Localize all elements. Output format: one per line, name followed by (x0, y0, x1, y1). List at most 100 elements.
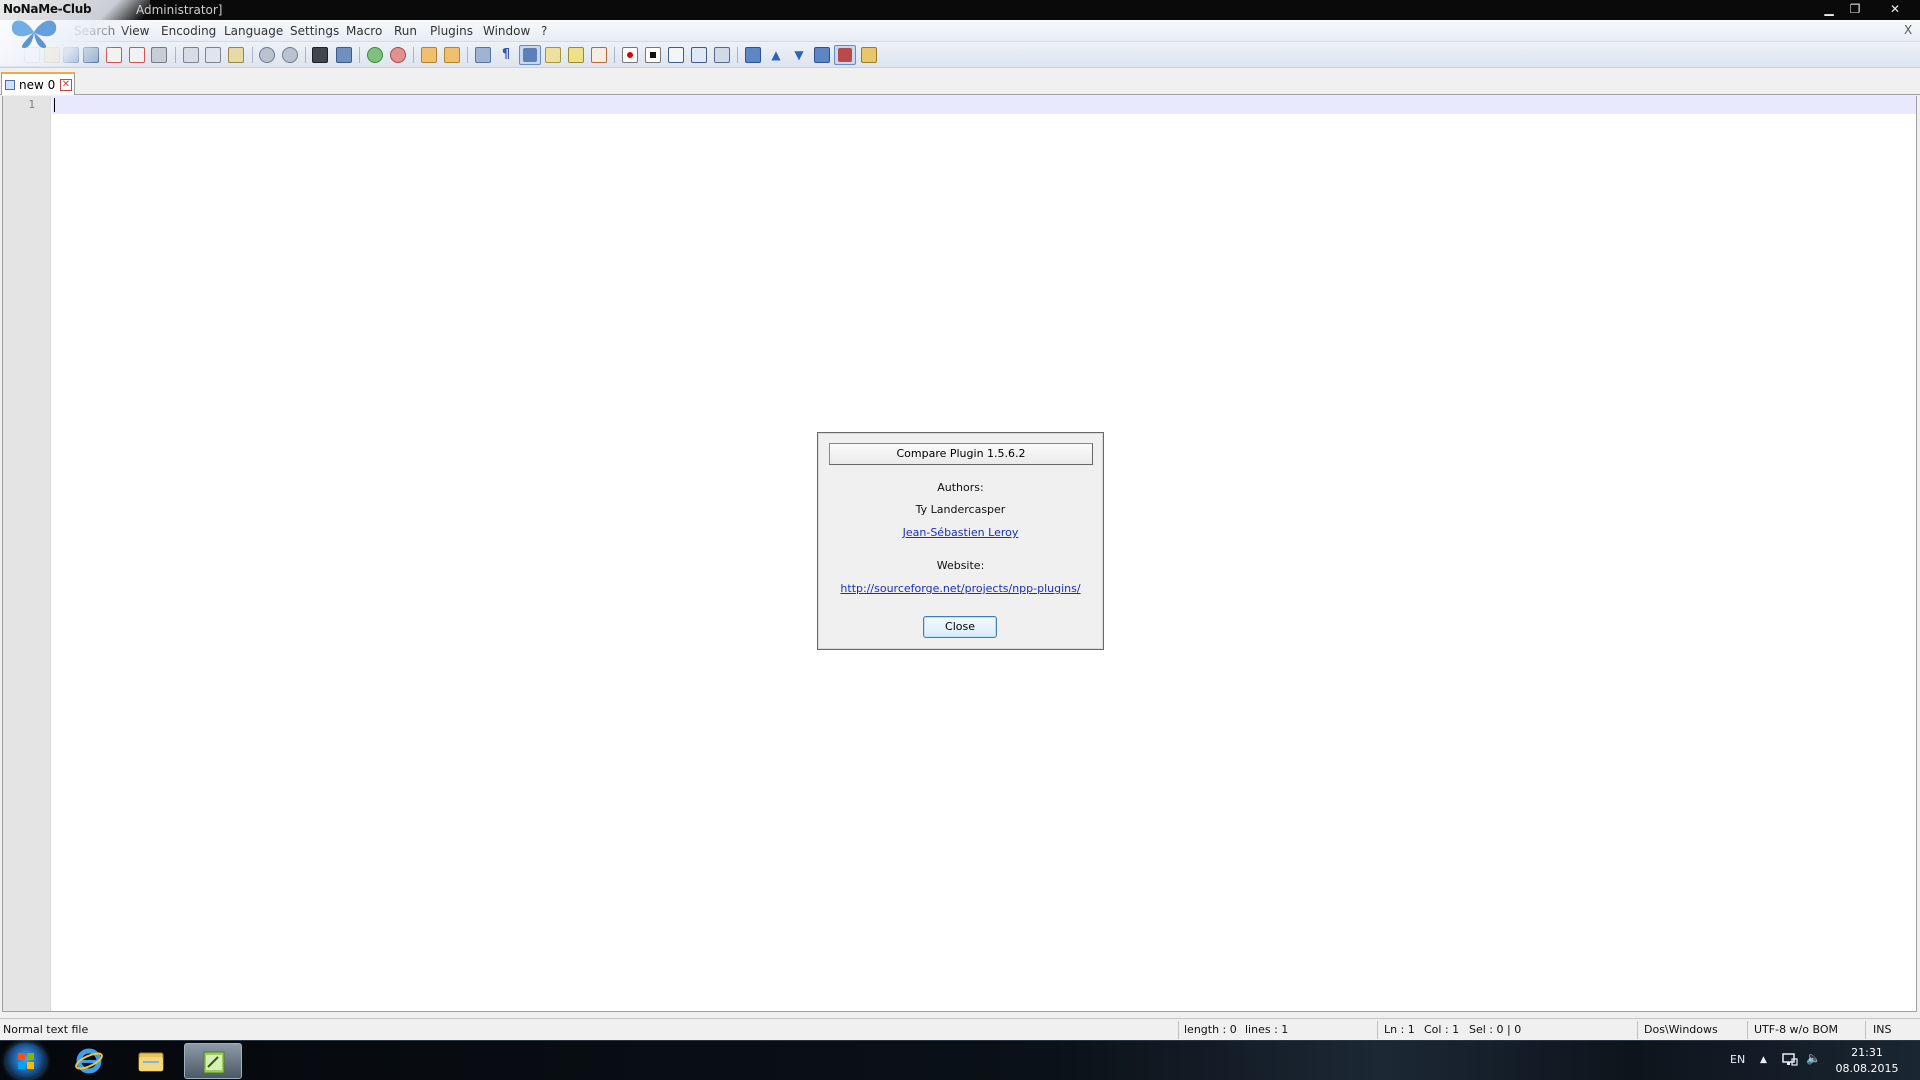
save-all-icon[interactable] (83, 47, 99, 63)
compare-icon[interactable] (745, 47, 761, 63)
close-icon[interactable] (106, 47, 122, 63)
show-all-chars-icon[interactable]: ¶ (498, 47, 514, 63)
sync-vertical-icon[interactable] (421, 47, 437, 63)
clock-time: 21:31 (1851, 1046, 1883, 1059)
minimize-button[interactable]: ▁ (1816, 1, 1842, 17)
language-indicator[interactable]: EN (1730, 1053, 1745, 1066)
website-label: Website: (936, 559, 985, 572)
close-button[interactable]: Close (923, 616, 997, 638)
toolbar-separator (359, 47, 360, 63)
clock-date: 08.08.2015 (1835, 1062, 1899, 1075)
function-list-icon[interactable] (591, 47, 607, 63)
lines-status: lines : 1 (1245, 1023, 1289, 1036)
toolbar-separator (252, 47, 253, 63)
document-icon (5, 80, 15, 90)
run-macro-multiple-icon[interactable] (691, 47, 707, 63)
start-button[interactable] (6, 1043, 46, 1079)
toolbar-separator (614, 47, 615, 63)
menu-bar: Search View Encoding Language Settings M… (0, 20, 1920, 42)
status-divider (1747, 1021, 1748, 1039)
author-name: Ty Landercasper (915, 503, 1006, 516)
doc-map-icon[interactable] (568, 47, 584, 63)
windows-logo-icon (18, 1053, 34, 1069)
taskbar: EN ▲ 🔈 21:31 08.08.2015 (0, 1040, 1920, 1080)
current-line-highlight (52, 96, 1916, 114)
network-icon[interactable] (1782, 1053, 1798, 1067)
title-bar: Administrator] ▁ ❐ ✕ (0, 0, 1920, 20)
zoom-out-icon[interactable] (390, 47, 406, 63)
sync-horizontal-icon[interactable] (444, 47, 460, 63)
menu-search[interactable]: Search (74, 24, 115, 38)
eol-status: Dos\Windows (1644, 1023, 1718, 1036)
toolbar-separator (305, 47, 306, 63)
save-icon[interactable] (63, 47, 79, 63)
status-divider (1637, 1021, 1638, 1039)
menu-encoding[interactable]: Encoding (161, 24, 216, 38)
dialog-title: Compare Plugin 1.5.6.2 (829, 443, 1093, 465)
cut-icon[interactable] (183, 47, 199, 63)
tab-close-icon[interactable]: ✕ (60, 79, 72, 91)
menu-window[interactable]: Window (483, 24, 530, 38)
internet-explorer-taskbar-button[interactable] (60, 1043, 118, 1079)
replace-icon[interactable] (336, 47, 352, 63)
close-all-icon[interactable] (129, 47, 145, 63)
window-title: Administrator] (136, 3, 223, 17)
find-icon[interactable] (312, 47, 328, 63)
open-file-icon[interactable] (44, 47, 60, 63)
last-diff-icon[interactable] (814, 47, 830, 63)
paste-icon[interactable] (228, 47, 244, 63)
menu-run[interactable]: Run (394, 24, 417, 38)
menu-settings[interactable]: Settings (290, 24, 339, 38)
text-caret (54, 98, 55, 112)
explorer-taskbar-button[interactable] (122, 1043, 180, 1079)
stop-record-icon[interactable] (645, 47, 661, 63)
website-link[interactable]: http://sourceforge.net/projects/npp-plug… (840, 582, 1080, 595)
volume-icon[interactable]: 🔈 (1806, 1051, 1821, 1065)
column-status: Col : 1 (1424, 1023, 1460, 1036)
about-dialog: Compare Plugin 1.5.6.2 Authors: Ty Lande… (817, 432, 1104, 650)
settings-icon[interactable] (861, 47, 877, 63)
author-link[interactable]: Jean-Sébastien Leroy (903, 526, 1019, 539)
redo-icon[interactable] (282, 47, 298, 63)
toolbar-separator (175, 47, 176, 63)
copy-icon[interactable] (205, 47, 221, 63)
line-number-gutter: 1 (3, 96, 51, 1011)
status-divider (1865, 1021, 1866, 1039)
next-diff-icon[interactable]: ▼ (791, 47, 807, 63)
file-type-status: Normal text file (3, 1023, 89, 1036)
status-divider (1178, 1021, 1179, 1039)
length-status: length : 0 (1184, 1023, 1237, 1036)
save-macro-icon[interactable] (714, 47, 730, 63)
indent-guide-icon[interactable] (519, 45, 541, 65)
toolbar-separator (737, 47, 738, 63)
toolbar: ¶ ▲ ▼ (0, 42, 1920, 68)
authors-label: Authors: (937, 481, 984, 494)
menu-language[interactable]: Language (224, 24, 283, 38)
show-hidden-icons-icon[interactable]: ▲ (1760, 1055, 1767, 1065)
notepad-plus-plus-taskbar-button[interactable] (184, 1043, 242, 1079)
print-icon[interactable] (151, 47, 167, 63)
new-file-icon[interactable] (24, 47, 40, 63)
prev-diff-icon[interactable]: ▲ (768, 47, 784, 63)
spell-check-icon[interactable] (834, 45, 856, 65)
menu-macro[interactable]: Macro (346, 24, 382, 38)
close-document-button[interactable]: X (1904, 23, 1912, 37)
close-window-button[interactable]: ✕ (1880, 1, 1910, 17)
menu-view[interactable]: View (121, 24, 149, 38)
undo-icon[interactable] (259, 47, 275, 63)
system-clock[interactable]: 21:31 08.08.2015 (1832, 1045, 1902, 1077)
insert-mode-status: INS (1873, 1023, 1892, 1036)
maximize-button[interactable]: ❐ (1842, 1, 1868, 17)
play-macro-icon[interactable] (668, 47, 684, 63)
zoom-in-icon[interactable] (367, 47, 383, 63)
user-define-icon[interactable] (545, 47, 561, 63)
tab-new-0[interactable]: new 0 ✕ (1, 72, 75, 95)
tab-label: new 0 (19, 78, 56, 92)
tab-strip: new 0 ✕ (0, 69, 1920, 95)
record-macro-icon[interactable] (622, 47, 638, 63)
menu-help[interactable]: ? (541, 24, 547, 38)
menu-plugins[interactable]: Plugins (430, 24, 473, 38)
toolbar-separator (467, 47, 468, 63)
status-divider (1377, 1021, 1378, 1039)
word-wrap-icon[interactable] (475, 47, 491, 63)
